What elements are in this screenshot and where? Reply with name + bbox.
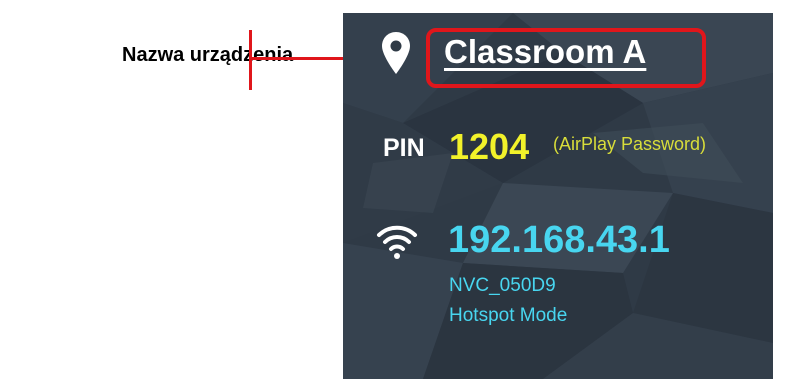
location-pin-icon bbox=[382, 32, 410, 74]
wifi-icon bbox=[377, 225, 417, 259]
network-mode: Hotspot Mode bbox=[449, 305, 568, 326]
callout-label: Nazwa urządzenia bbox=[122, 44, 294, 66]
screenshot-stage: Nazwa urządzenia Classroom A PIN 1204 (A… bbox=[0, 0, 785, 379]
pin-label: PIN bbox=[383, 134, 425, 162]
pin-value: 1204 bbox=[449, 126, 530, 167]
callout-connector-vertical bbox=[249, 30, 252, 90]
airplay-password-hint: (AirPlay Password) bbox=[553, 134, 707, 154]
network-ssid: NVC_050D9 bbox=[449, 275, 556, 296]
device-name-highlight-box bbox=[426, 28, 706, 88]
device-info-panel: Classroom A PIN 1204 (AirPlay Password) … bbox=[343, 13, 773, 379]
ip-address: 192.168.43.1 bbox=[448, 219, 670, 261]
